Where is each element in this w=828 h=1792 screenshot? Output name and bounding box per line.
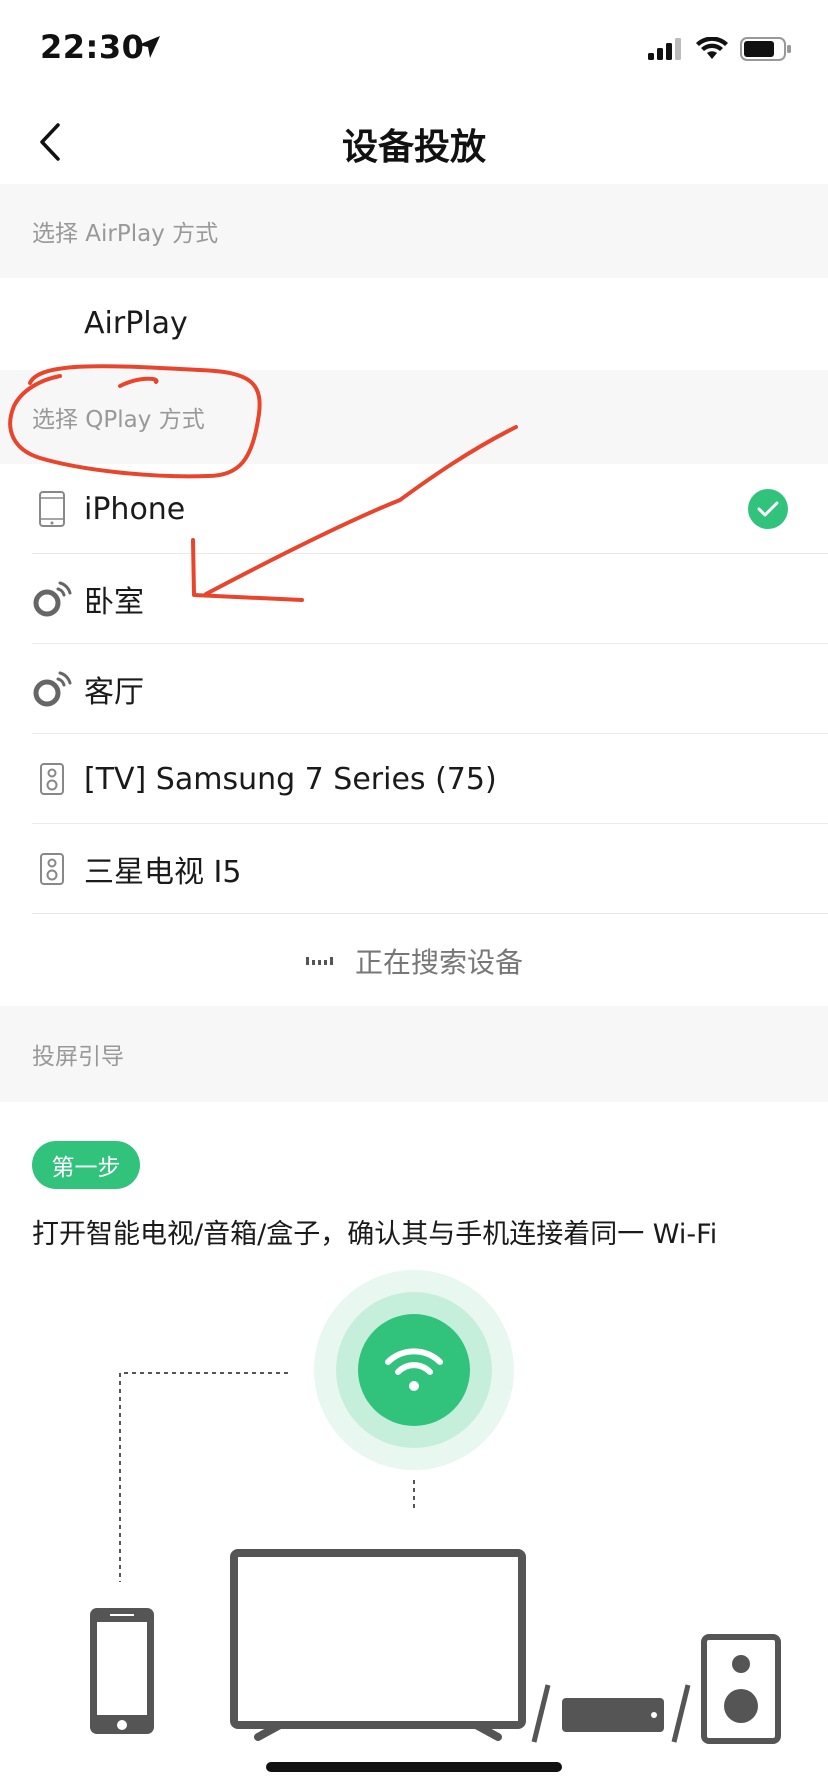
device-row-living-room[interactable]: 客厅 — [0, 644, 828, 734]
location-arrow-icon — [138, 36, 160, 58]
wifi-halo-icon — [314, 1270, 514, 1470]
separator-slash — [531, 1684, 551, 1743]
step-badge: 第一步 — [32, 1141, 140, 1189]
device-row-iphone[interactable]: iPhone — [0, 464, 828, 554]
step-instruction: 打开智能电视/音箱/盒子，确认其与手机连接着同一 Wi-Fi — [32, 1219, 718, 1250]
status-bar: 22:30 — [0, 0, 828, 100]
speaker-ring-icon — [32, 669, 72, 709]
tv-illustration-icon — [230, 1549, 526, 1741]
guide-section-header: 投屏引导 — [0, 1006, 828, 1102]
device-row-bedroom[interactable]: 卧室 — [0, 554, 828, 644]
device-label: [TV] Samsung 7 Series (75) — [84, 761, 497, 797]
airplay-row[interactable]: AirPlay — [0, 278, 828, 368]
device-row-samsung-tv[interactable]: [TV] Samsung 7 Series (75) — [0, 734, 828, 824]
set-top-box-icon — [562, 1698, 664, 1732]
phone-illustration-icon — [90, 1608, 154, 1734]
loading-dots-icon — [305, 957, 333, 965]
status-icons — [648, 36, 792, 62]
guide-illustration — [90, 1270, 781, 1744]
airplay-label: AirPlay — [84, 305, 188, 341]
page-title: 设备投放 — [341, 127, 486, 168]
qplay-section-header: 选择 QPlay 方式 — [0, 370, 828, 464]
searching-text: 正在搜索设备 — [354, 946, 523, 979]
speaker-box-icon — [32, 849, 72, 889]
searching-status: 正在搜索设备 — [0, 916, 828, 1006]
device-row-samsung-i5[interactable]: 三星电视 I5 — [0, 824, 828, 914]
status-time: 22:30 — [40, 28, 145, 66]
row-divider — [32, 913, 828, 914]
battery-icon — [740, 37, 791, 61]
speaker-box-icon — [32, 759, 72, 799]
device-label: 卧室 — [84, 585, 144, 620]
wifi-icon — [696, 37, 728, 59]
signal-icon — [648, 38, 681, 60]
device-label: 客厅 — [84, 675, 144, 710]
phone-icon — [32, 489, 72, 529]
airplay-section-header: 选择 AirPlay 方式 — [0, 184, 828, 278]
checkmark-icon — [748, 489, 788, 529]
device-label: iPhone — [84, 491, 186, 527]
nav-bar: 设备投放 — [0, 100, 828, 184]
speaker-illustration-icon — [701, 1634, 781, 1744]
speaker-ring-icon — [32, 579, 72, 619]
separator-slash — [671, 1684, 691, 1743]
device-label: 三星电视 I5 — [84, 855, 242, 890]
home-indicator[interactable] — [266, 1762, 562, 1772]
